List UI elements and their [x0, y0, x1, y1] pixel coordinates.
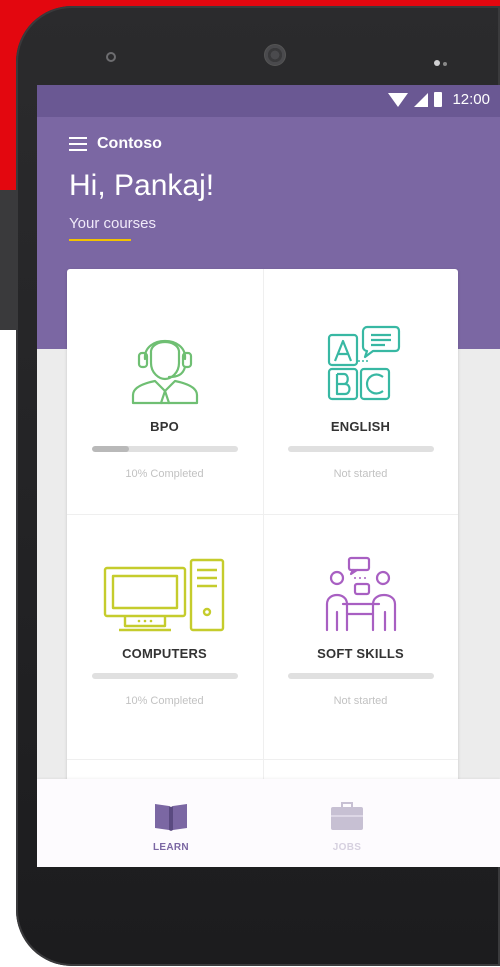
course-status: 10% Completed: [125, 468, 204, 480]
course-progress-bar: [287, 673, 434, 679]
bottom-navigation: LEARN JOBS: [37, 779, 500, 867]
abc-blocks-icon: [327, 325, 400, 401]
app-name: Contoso: [97, 135, 162, 152]
course-tile-soft-skills[interactable]: SOFT SKILLS Not started: [263, 514, 458, 759]
course-tile-bpo[interactable]: BPO 10% Completed: [67, 269, 262, 514]
nav-label: LEARN: [153, 842, 189, 853]
greeting-title: Hi, Pankaj!: [69, 169, 215, 202]
status-time: 12:00: [452, 91, 490, 108]
people-discussion-icon: [325, 556, 396, 632]
course-title: COMPUTERS: [122, 646, 207, 661]
menu-icon[interactable]: [69, 137, 87, 151]
course-title: BPO: [150, 419, 179, 434]
course-progress-bar: [91, 446, 238, 452]
grid-horizontal-divider: [67, 759, 458, 760]
briefcase-icon: [331, 802, 363, 830]
signal-icon: [414, 92, 429, 107]
desktop-computer-icon: [103, 558, 224, 632]
background-dark-strip: [0, 190, 16, 330]
app-screen: 12:00 Contoso Hi, Pankaj! Your courses B…: [37, 85, 500, 867]
course-status: Not started: [333, 468, 388, 480]
course-status: Not started: [333, 695, 388, 707]
battery-icon: [434, 92, 443, 107]
earpiece-speaker-icon: [264, 44, 286, 66]
front-camera-icon: [106, 52, 116, 62]
wifi-icon: [388, 92, 409, 107]
course-title: ENGLISH: [330, 419, 391, 434]
course-progress-bar: [287, 446, 434, 452]
call-center-agent-icon: [131, 339, 198, 405]
nav-tab-learn[interactable]: LEARN: [141, 801, 201, 853]
open-book-icon: [155, 804, 187, 831]
courses-subtitle: Your courses: [69, 215, 156, 232]
nav-tab-jobs[interactable]: JOBS: [317, 801, 377, 853]
course-title: SOFT SKILLS: [317, 646, 404, 661]
course-tile-computers[interactable]: COMPUTERS 10% Completed: [67, 514, 262, 759]
subtitle-underline: [69, 239, 131, 241]
course-status: 10% Completed: [125, 695, 204, 707]
courses-grid-card: BPO 10% Completed ENGLISH Not started CO…: [67, 269, 458, 829]
sensor-dots-icon: [434, 53, 450, 71]
course-progress-bar: [91, 673, 238, 679]
course-tile-english[interactable]: ENGLISH Not started: [263, 269, 458, 514]
nav-label: JOBS: [332, 842, 362, 853]
status-bar: 12:00: [37, 85, 500, 117]
